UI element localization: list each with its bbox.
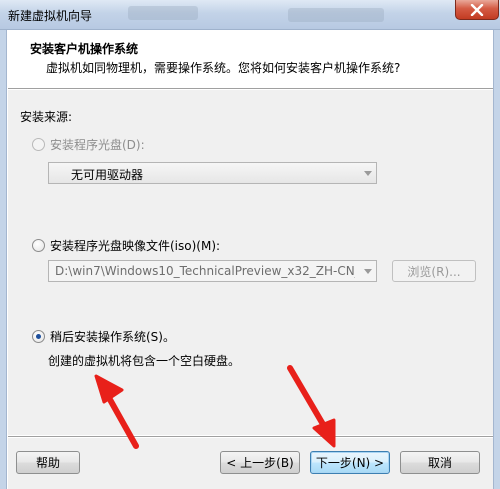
close-icon: [470, 3, 484, 16]
radio-install-later[interactable]: [32, 330, 45, 343]
chevron-down-icon: [364, 269, 372, 274]
iso-path-value: D:\win7\Windows10_TechnicalPreview_x32_Z…: [55, 264, 355, 278]
chevron-down-icon: [364, 171, 372, 176]
title-bar: 新建虚拟机向导: [0, 0, 500, 30]
help-button[interactable]: 帮助: [16, 451, 80, 474]
close-button[interactable]: [455, 0, 499, 20]
install-later-note: 创建的虚拟机将包含一个空白硬盘。: [48, 354, 241, 368]
background-window-ghost: [128, 6, 198, 20]
wizard-footer: 帮助 < 上一步(B) 下一步(N) > 取消: [8, 438, 493, 489]
background-window-ghost: [288, 8, 384, 22]
disc-drive-select-value: 无可用驱动器: [71, 168, 144, 182]
install-source-label: 安装来源:: [20, 110, 73, 124]
window-title: 新建虚拟机向导: [8, 9, 93, 23]
radio-iso-image[interactable]: [32, 239, 45, 252]
window-frame-left: [0, 30, 7, 489]
next-button[interactable]: 下一步(N) >: [310, 451, 390, 474]
back-button[interactable]: < 上一步(B): [220, 451, 300, 474]
page-title: 安装客户机操作系统: [30, 42, 139, 56]
radio-iso-image-label: 安装程序光盘映像文件(iso)(M):: [50, 239, 221, 253]
browse-button[interactable]: 浏览(R)...: [392, 260, 476, 282]
wizard-content: 安装来源: 安装程序光盘(D): 无可用驱动器 安装程序光盘映像文件(iso)(…: [8, 90, 493, 435]
page-description: 虚拟机如同物理机，需要操作系统。您将如何安装客户机操作系统?: [46, 61, 401, 75]
disc-drive-select[interactable]: 无可用驱动器: [48, 162, 377, 184]
radio-disc-drive[interactable]: [32, 138, 45, 151]
radio-disc-drive-label: 安装程序光盘(D):: [50, 138, 145, 152]
iso-path-combobox[interactable]: D:\win7\Windows10_TechnicalPreview_x32_Z…: [48, 260, 377, 282]
radio-selected-dot: [36, 334, 41, 339]
cancel-button[interactable]: 取消: [400, 451, 480, 474]
window-frame-right: [493, 30, 500, 489]
radio-install-later-label: 稍后安装操作系统(S)。: [50, 330, 175, 344]
wizard-header: 安装客户机操作系统 虚拟机如同物理机，需要操作系统。您将如何安装客户机操作系统?: [8, 31, 493, 88]
